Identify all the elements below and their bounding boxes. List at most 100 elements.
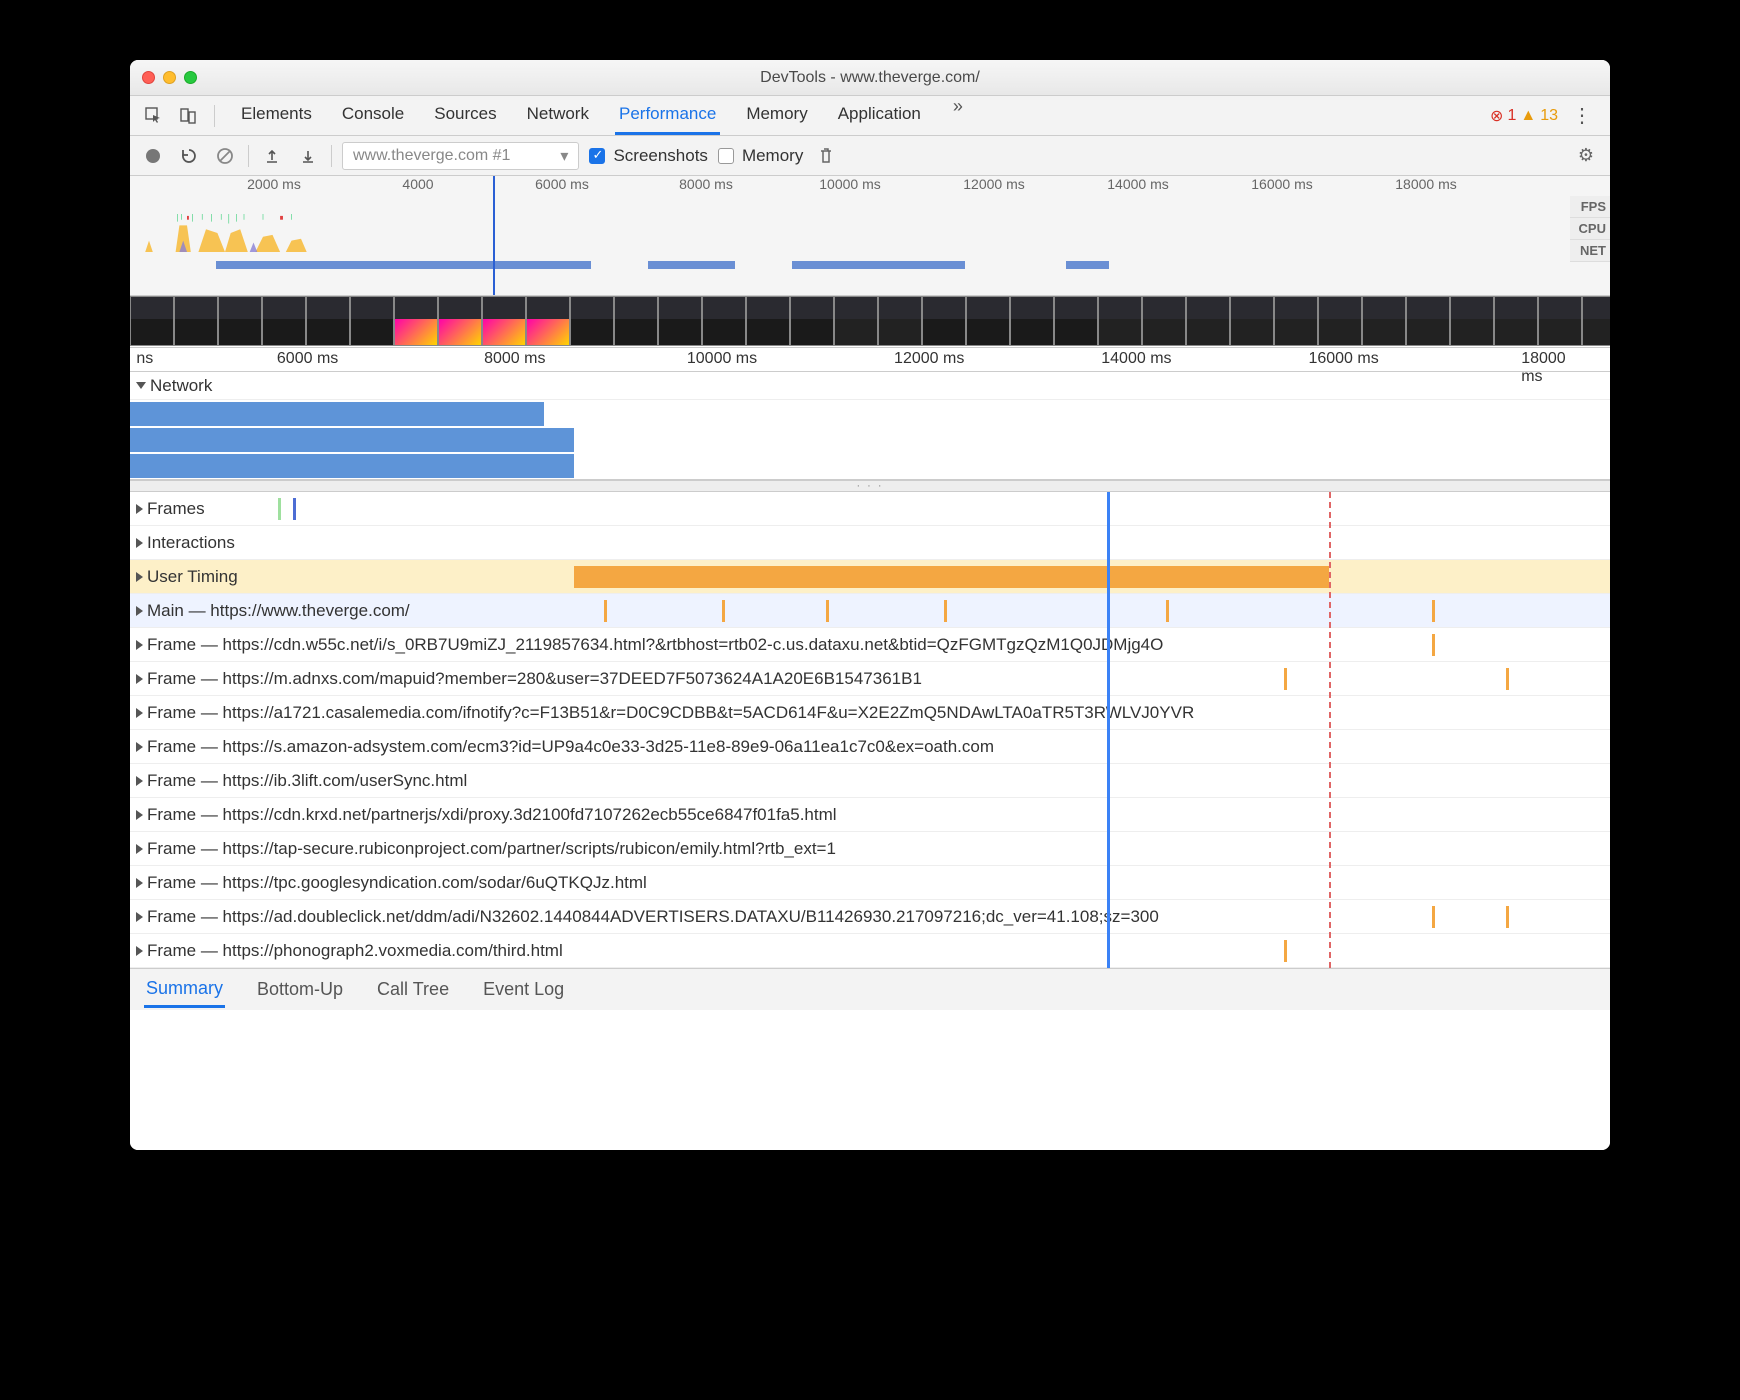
frame-row[interactable]: Frame — https://s.amazon-adsystem.com/ec… [130, 730, 1610, 764]
frame-label: Frame — https://a1721.casalemedia.com/if… [147, 703, 1194, 723]
section-network[interactable]: Network [130, 372, 1610, 400]
playhead-marker[interactable] [1107, 492, 1110, 968]
devtools-window: DevTools - www.theverge.com/ Elements Co… [130, 60, 1610, 1150]
timeline-overview[interactable]: 2000 ms40006000 ms8000 ms10000 ms12000 m… [130, 176, 1610, 296]
frame-label: Frame — https://s.amazon-adsystem.com/ec… [147, 737, 994, 757]
tab-console[interactable]: Console [338, 96, 408, 135]
filmstrip-thumbnail[interactable] [614, 296, 658, 346]
filmstrip-thumbnail[interactable] [1010, 296, 1054, 346]
filmstrip-thumbnail[interactable] [394, 296, 438, 346]
error-counter[interactable]: ⊗1 ▲13 [1490, 106, 1558, 126]
tab-performance[interactable]: Performance [615, 96, 720, 135]
load-profile-icon[interactable] [259, 143, 285, 169]
frame-row[interactable]: Frame — https://phonograph2.voxmedia.com… [130, 934, 1610, 968]
frame-row[interactable]: Frame — https://ib.3lift.com/userSync.ht… [130, 764, 1610, 798]
filmstrip-thumbnail[interactable] [1186, 296, 1230, 346]
filmstrip-thumbnail[interactable] [350, 296, 394, 346]
disclosure-triangle-icon [136, 640, 143, 650]
frame-label: Frame — https://ib.3lift.com/userSync.ht… [147, 771, 467, 791]
frame-row[interactable]: Frame — https://cdn.w55c.net/i/s_0RB7U9m… [130, 628, 1610, 662]
filmstrip-thumbnail[interactable] [306, 296, 350, 346]
window-maximize-button[interactable] [184, 71, 197, 84]
tab-memory[interactable]: Memory [742, 96, 811, 135]
filmstrip-thumbnail[interactable] [174, 296, 218, 346]
filmstrip-thumbnail[interactable] [1450, 296, 1494, 346]
tab-bottom-up[interactable]: Bottom-Up [255, 973, 345, 1006]
tab-summary[interactable]: Summary [144, 972, 225, 1008]
reload-record-button[interactable] [176, 143, 202, 169]
filmstrip-thumbnail[interactable] [218, 296, 262, 346]
overview-tick: 6000 ms [535, 176, 589, 192]
frame-row[interactable]: Frame — https://a1721.casalemedia.com/if… [130, 696, 1610, 730]
filmstrip-thumbnail[interactable] [1406, 296, 1450, 346]
filmstrip-thumbnail[interactable] [746, 296, 790, 346]
filmstrip-thumbnail[interactable] [130, 296, 174, 346]
network-waterfall[interactable] [130, 400, 1610, 480]
filmstrip-thumbnail[interactable] [1054, 296, 1098, 346]
filmstrip-thumbnail[interactable] [1098, 296, 1142, 346]
filmstrip-thumbnail[interactable] [1494, 296, 1538, 346]
filmstrip-thumbnail[interactable] [790, 296, 834, 346]
memory-checkbox[interactable]: Memory [718, 146, 803, 166]
section-user-timing[interactable]: User Timing [130, 560, 1610, 594]
screenshot-filmstrip[interactable] [130, 296, 1610, 348]
panel-splitter[interactable]: · · · [130, 480, 1610, 492]
filmstrip-thumbnail[interactable] [1582, 296, 1610, 346]
filmstrip-thumbnail[interactable] [438, 296, 482, 346]
frame-row[interactable]: Frame — https://tap-secure.rubiconprojec… [130, 832, 1610, 866]
tab-network[interactable]: Network [523, 96, 593, 135]
filmstrip-thumbnail[interactable] [1362, 296, 1406, 346]
recording-selector[interactable]: www.theverge.com #1 ▾ [342, 142, 579, 170]
overview-tick: 16000 ms [1251, 176, 1312, 192]
filmstrip-thumbnail[interactable] [262, 296, 306, 346]
warning-count: 13 [1540, 107, 1558, 125]
tab-application[interactable]: Application [834, 96, 925, 135]
capture-settings-icon[interactable]: ⚙ [1572, 145, 1600, 166]
disclosure-triangle-icon [136, 538, 143, 548]
filmstrip-thumbnail[interactable] [1318, 296, 1362, 346]
tab-elements[interactable]: Elements [237, 96, 316, 135]
filmstrip-thumbnail[interactable] [1538, 296, 1582, 346]
devtools-menu-icon[interactable]: ⋮ [1564, 103, 1600, 128]
filmstrip-thumbnail[interactable] [878, 296, 922, 346]
filmstrip-thumbnail[interactable] [1230, 296, 1274, 346]
disclosure-triangle-icon [136, 674, 143, 684]
tab-sources[interactable]: Sources [430, 96, 500, 135]
disclosure-triangle-icon [136, 742, 143, 752]
save-profile-icon[interactable] [295, 143, 321, 169]
tab-call-tree[interactable]: Call Tree [375, 973, 451, 1006]
screenshots-checkbox[interactable]: Screenshots [589, 146, 708, 166]
frame-row[interactable]: Frame — https://ad.doubleclick.net/ddm/a… [130, 900, 1610, 934]
section-frames[interactable]: Frames [130, 492, 1610, 526]
filmstrip-thumbnail[interactable] [658, 296, 702, 346]
load-event-marker [1329, 492, 1331, 968]
device-toolbar-icon[interactable] [174, 102, 202, 130]
ruler-tick: 14000 ms [1101, 350, 1171, 368]
filmstrip-thumbnail[interactable] [1142, 296, 1186, 346]
filmstrip-thumbnail[interactable] [966, 296, 1010, 346]
filmstrip-thumbnail[interactable] [834, 296, 878, 346]
disclosure-triangle-icon [136, 572, 143, 582]
tabs-overflow-button[interactable]: » [947, 96, 969, 135]
clear-button[interactable] [212, 143, 238, 169]
frame-row[interactable]: Frame — https://cdn.krxd.net/partnerjs/x… [130, 798, 1610, 832]
filmstrip-thumbnail[interactable] [526, 296, 570, 346]
flamechart[interactable]: Frames Interactions User Timing Main — h… [130, 492, 1610, 968]
filmstrip-thumbnail[interactable] [922, 296, 966, 346]
frame-row[interactable]: Frame — https://tpc.googlesyndication.co… [130, 866, 1610, 900]
section-interactions[interactable]: Interactions [130, 526, 1610, 560]
window-minimize-button[interactable] [163, 71, 176, 84]
window-close-button[interactable] [142, 71, 155, 84]
record-button[interactable] [140, 143, 166, 169]
ruler-tick: 6000 ms [277, 350, 338, 368]
filmstrip-thumbnail[interactable] [482, 296, 526, 346]
filmstrip-thumbnail[interactable] [702, 296, 746, 346]
tab-event-log[interactable]: Event Log [481, 973, 566, 1006]
section-main[interactable]: Main — https://www.theverge.com/ [130, 594, 1610, 628]
flamechart-ruler[interactable]: ns6000 ms8000 ms10000 ms12000 ms14000 ms… [130, 348, 1610, 372]
filmstrip-thumbnail[interactable] [570, 296, 614, 346]
select-element-icon[interactable] [140, 102, 168, 130]
delete-profile-icon[interactable] [813, 143, 839, 169]
filmstrip-thumbnail[interactable] [1274, 296, 1318, 346]
frame-row[interactable]: Frame — https://m.adnxs.com/mapuid?membe… [130, 662, 1610, 696]
